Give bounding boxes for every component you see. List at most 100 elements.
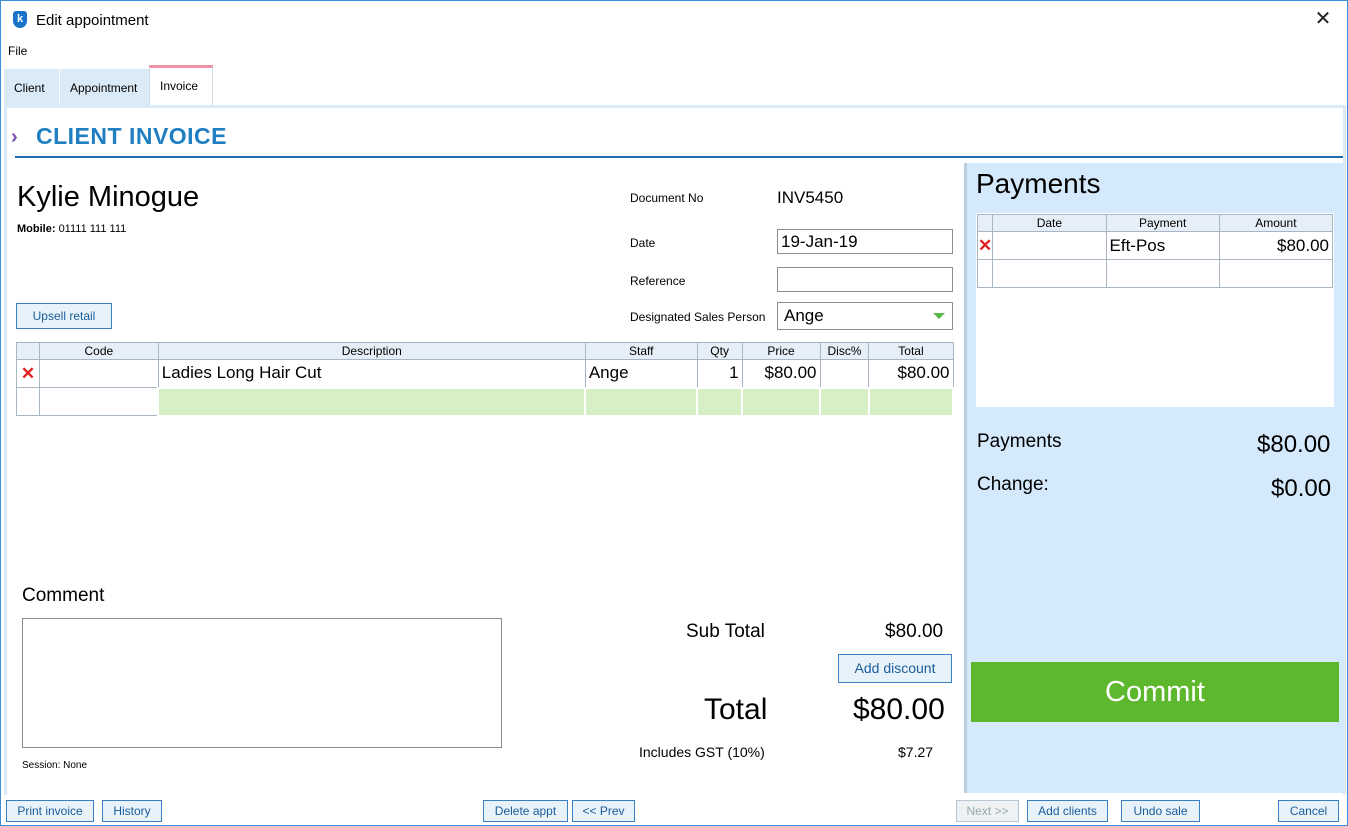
- close-icon[interactable]: ✕: [1311, 7, 1335, 31]
- cancel-button[interactable]: Cancel: [1278, 800, 1339, 822]
- gst-label: Includes GST (10%): [639, 744, 765, 760]
- cell-qty-new[interactable]: [696, 386, 744, 417]
- sub-total-value: $80.00: [885, 621, 944, 642]
- print-invoice-button[interactable]: Print invoice: [6, 800, 94, 822]
- client-mobile: Mobile: 01111 111 111: [17, 223, 126, 235]
- title-bar: k Edit appointment ✕: [1, 1, 1347, 39]
- payments-table-area: Date Payment Amount ✕ Eft-Pos $80.00: [976, 213, 1334, 407]
- change-label: Change:: [977, 474, 1049, 495]
- tab-appointment[interactable]: Appointment: [60, 69, 149, 107]
- cell-description-new[interactable]: [157, 386, 587, 417]
- menu-bar: File: [1, 41, 1347, 61]
- payment-cell-amount[interactable]: $80.00: [1218, 231, 1334, 260]
- table-row: ✕ Eft-Pos $80.00: [976, 231, 1334, 260]
- app-logo-icon: k: [13, 11, 27, 28]
- document-no-label: Document No: [630, 191, 704, 205]
- undo-sale-button[interactable]: Undo sale: [1121, 800, 1200, 822]
- payment-cell-date-new[interactable]: [992, 259, 1107, 288]
- total-label: Total: [704, 693, 768, 726]
- mobile-label: Mobile:: [17, 223, 56, 235]
- tab-underline: [4, 105, 1346, 108]
- sales-person-label: Designated Sales Person: [630, 310, 766, 324]
- sales-person-select[interactable]: Ange: [777, 302, 953, 330]
- cell-code[interactable]: [38, 359, 159, 388]
- column-header-total[interactable]: Total: [868, 342, 954, 360]
- new-item-row: [16, 386, 955, 417]
- tab-client[interactable]: Client: [4, 69, 59, 107]
- new-payment-row: [976, 259, 1334, 288]
- page-title: CLIENT INVOICE: [36, 123, 228, 149]
- payment-cell-type[interactable]: Eft-Pos: [1105, 231, 1220, 260]
- add-discount-button[interactable]: Add discount: [838, 654, 952, 683]
- add-clients-button[interactable]: Add clients: [1027, 800, 1108, 822]
- window-title: Edit appointment: [36, 12, 149, 29]
- tab-invoice[interactable]: Invoice: [149, 65, 213, 107]
- invoice-items-table: Code Description Staff Qty Price Disc% T…: [16, 342, 955, 417]
- edit-appointment-window: k Edit appointment ✕ File Client Appoint…: [0, 0, 1348, 826]
- column-header-staff[interactable]: Staff: [584, 342, 698, 360]
- bottom-toolbar: Print invoice History Delete appt << Pre…: [1, 795, 1347, 825]
- menu-file[interactable]: File: [8, 44, 27, 58]
- comment-textarea[interactable]: [22, 618, 502, 748]
- cell-qty[interactable]: 1: [696, 359, 743, 388]
- date-label: Date: [630, 236, 656, 250]
- next-button[interactable]: Next >>: [956, 800, 1019, 822]
- cell-code-new[interactable]: [38, 387, 159, 416]
- reference-input[interactable]: [777, 267, 953, 292]
- payments-header-row: Date Payment Amount: [976, 214, 1334, 232]
- column-header-qty[interactable]: Qty: [696, 342, 743, 360]
- payment-cell-date[interactable]: [992, 231, 1107, 260]
- payments-column-payment[interactable]: Payment: [1105, 214, 1220, 232]
- payments-title: Payments: [976, 168, 1101, 199]
- payments-sum-value: $80.00: [1257, 431, 1331, 458]
- reference-label: Reference: [630, 274, 686, 288]
- comment-label: Comment: [22, 585, 105, 606]
- tab-bar: Client Appointment Invoice: [4, 65, 1346, 107]
- total-value: $80.00: [853, 693, 945, 726]
- sub-total-label: Sub Total: [686, 621, 765, 642]
- payments-table: Date Payment Amount ✕ Eft-Pos $80.00: [976, 214, 1334, 288]
- payment-cell-empty: [976, 259, 994, 288]
- payments-sum-label: Payments: [977, 431, 1062, 452]
- prev-button[interactable]: << Prev: [572, 800, 635, 822]
- delete-payment-icon[interactable]: ✕: [976, 231, 994, 260]
- document-no-value: INV5450: [777, 188, 844, 207]
- chevron-down-icon: [933, 313, 945, 319]
- cell-description[interactable]: Ladies Long Hair Cut: [157, 359, 586, 388]
- delete-appt-button[interactable]: Delete appt: [483, 800, 568, 822]
- cell-staff[interactable]: Ange: [584, 359, 698, 388]
- upsell-retail-button[interactable]: Upsell retail: [16, 303, 112, 329]
- cell-total-new[interactable]: [867, 386, 955, 417]
- payments-column-delete: [976, 214, 994, 232]
- payment-cell-type-new[interactable]: [1105, 259, 1220, 288]
- column-header-price[interactable]: Price: [741, 342, 821, 360]
- column-header-disc[interactable]: Disc%: [819, 342, 870, 360]
- gst-value: $7.27: [898, 744, 934, 760]
- date-input[interactable]: 19-Jan-19: [777, 229, 953, 254]
- payments-column-amount[interactable]: Amount: [1218, 214, 1334, 232]
- delete-row-icon[interactable]: ✕: [16, 359, 40, 388]
- cell-disc[interactable]: [819, 359, 870, 388]
- session-text: Session: None: [22, 760, 88, 771]
- column-header-code[interactable]: Code: [38, 342, 159, 360]
- column-header-delete: [16, 342, 40, 360]
- mobile-value: 01111 111 111: [58, 223, 127, 235]
- cell-empty: [16, 387, 40, 416]
- cell-price-new[interactable]: [741, 386, 822, 417]
- cell-disc-new[interactable]: [819, 386, 870, 417]
- table-header-row: Code Description Staff Qty Price Disc% T…: [16, 342, 954, 360]
- payments-column-date[interactable]: Date: [992, 214, 1107, 232]
- payment-cell-amount-new[interactable]: [1218, 259, 1334, 288]
- left-frame: [4, 105, 7, 795]
- table-row: ✕ Ladies Long Hair Cut Ange 1 $80.00 $80…: [16, 359, 954, 388]
- history-button[interactable]: History: [102, 800, 162, 822]
- client-name: Kylie Minogue: [17, 181, 200, 213]
- cell-staff-new[interactable]: [584, 386, 699, 417]
- sales-person-value: Ange: [784, 306, 824, 325]
- cell-total[interactable]: $80.00: [868, 359, 954, 388]
- header-divider: [15, 156, 1343, 158]
- column-header-description[interactable]: Description: [157, 342, 586, 360]
- cell-price[interactable]: $80.00: [741, 359, 821, 388]
- change-value: $0.00: [1271, 475, 1332, 502]
- commit-button[interactable]: Commit: [971, 662, 1339, 722]
